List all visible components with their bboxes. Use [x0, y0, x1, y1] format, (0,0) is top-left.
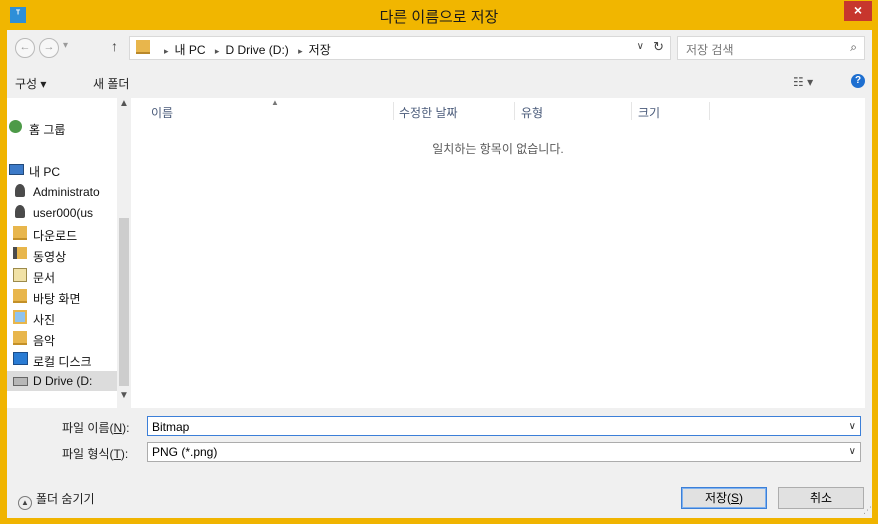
- refresh-icon[interactable]: ↻: [653, 39, 664, 55]
- navigation-bar: ← → ▾ ↑ ▸ 내 PC ▸ D Drive (D:) ▸ 저장 ∨ ↻ 저장 검…: [7, 30, 872, 64]
- scroll-down-icon[interactable]: ▼: [119, 390, 129, 401]
- hide-folders-toggle[interactable]: ▲ 폴더 숨기기: [18, 490, 95, 510]
- music-folder-icon: [13, 331, 27, 345]
- search-icon[interactable]: ⌕: [850, 40, 857, 55]
- computer-icon: [9, 164, 24, 175]
- filename-field[interactable]: Bitmap ∨: [147, 416, 861, 436]
- empty-message: 일치하는 항목이 없습니다.: [432, 142, 564, 156]
- sidebar-item-music[interactable]: 음악: [7, 329, 117, 349]
- documents-folder-icon: [13, 268, 27, 282]
- column-divider[interactable]: [514, 102, 515, 120]
- close-button[interactable]: ×: [844, 1, 872, 21]
- sidebar-item-administrator[interactable]: Administrato: [7, 182, 117, 202]
- filetype-select[interactable]: PNG (*.png) ∨: [147, 442, 861, 462]
- user-icon: [15, 184, 25, 197]
- pictures-folder-icon: [13, 310, 27, 324]
- back-button[interactable]: ←: [15, 38, 35, 58]
- sidebar-item-documents[interactable]: 문서: [7, 266, 117, 286]
- filename-label: 파일 이름(N):: [62, 421, 130, 435]
- breadcrumb: ▸ 내 PC ▸ D Drive (D:) ▸ 저장: [158, 41, 331, 58]
- sidebar-item-pictures[interactable]: 사진: [7, 308, 117, 328]
- toolbar: 구성 ▾ 새 폴더 ☷ ▾ ?: [7, 66, 872, 98]
- sidebar-item-this-pc[interactable]: 내 PC: [7, 160, 117, 180]
- file-list: 이름 ▲ 수정한 날짜 유형 크기 일치하는 항목이 없습니다.: [131, 98, 865, 408]
- downloads-folder-icon: [13, 226, 27, 240]
- search-input[interactable]: 저장 검색: [686, 41, 734, 58]
- column-divider[interactable]: [709, 102, 710, 120]
- new-folder-button[interactable]: 새 폴더: [93, 75, 129, 92]
- sidebar-item-d-drive[interactable]: D Drive (D:: [7, 371, 117, 391]
- scroll-up-icon[interactable]: ▲: [119, 98, 129, 109]
- chevron-down-icon[interactable]: ∨: [849, 417, 856, 437]
- breadcrumb-this-pc[interactable]: 내 PC: [175, 43, 206, 57]
- sort-ascending-icon: ▲: [271, 98, 279, 107]
- chevron-right-icon: ▸: [214, 46, 220, 56]
- breadcrumb-d-drive[interactable]: D Drive (D:): [225, 43, 288, 57]
- column-header-type[interactable]: 유형: [521, 104, 543, 121]
- save-button[interactable]: 저장(S): [681, 487, 767, 509]
- chevron-right-icon: ▸: [298, 46, 303, 56]
- filetype-label: 파일 형식(T):: [62, 447, 129, 461]
- drive-icon: [13, 377, 28, 386]
- chevron-down-icon[interactable]: ∨: [849, 443, 856, 461]
- title-bar: ᵀ 다른 이름으로 저장 ×: [0, 0, 878, 30]
- column-header-date-modified[interactable]: 수정한 날짜: [399, 104, 458, 121]
- sidebar-scrollbar[interactable]: ▲ ▼: [117, 98, 131, 408]
- recent-locations-button[interactable]: ▾: [63, 40, 68, 51]
- sidebar-item-videos[interactable]: 동영상: [7, 245, 117, 265]
- cancel-button[interactable]: 취소: [778, 487, 864, 509]
- user-icon: [15, 205, 25, 218]
- column-header-name[interactable]: 이름: [151, 104, 173, 121]
- help-icon[interactable]: ?: [851, 74, 865, 88]
- address-bar[interactable]: ▸ 내 PC ▸ D Drive (D:) ▸ 저장 ∨ ↻: [129, 36, 671, 60]
- view-options-icon[interactable]: ☷ ▾: [793, 75, 813, 89]
- sidebar-item-user000[interactable]: user000(us: [7, 203, 117, 223]
- folder-icon: [136, 40, 150, 54]
- scroll-thumb[interactable]: [119, 218, 129, 386]
- chevron-down-icon[interactable]: ∨: [637, 41, 644, 52]
- filename-value[interactable]: Bitmap: [152, 420, 189, 434]
- sidebar-item-desktop[interactable]: 바탕 화면: [7, 287, 117, 307]
- chevron-right-icon: ▸: [164, 46, 169, 56]
- sidebar-item-downloads[interactable]: 다운로드: [7, 224, 117, 244]
- column-header-size[interactable]: 크기: [638, 104, 660, 121]
- sidebar-item-local-disk[interactable]: 로컬 디스크: [7, 350, 117, 370]
- window-title: 다른 이름으로 저장: [379, 9, 499, 26]
- filetype-value: PNG (*.png): [152, 445, 218, 459]
- homegroup-icon: [9, 120, 22, 133]
- column-divider[interactable]: [631, 102, 632, 120]
- breadcrumb-save[interactable]: 저장: [309, 43, 331, 57]
- forward-button[interactable]: →: [39, 38, 59, 58]
- up-button[interactable]: ↑: [111, 38, 118, 54]
- organize-button[interactable]: 구성 ▾: [15, 75, 46, 92]
- sidebar-item-homegroup[interactable]: 홈 그룹: [7, 118, 117, 138]
- resize-grip-icon[interactable]: ⋰: [863, 505, 872, 516]
- desktop-folder-icon: [13, 289, 27, 303]
- local-disk-icon: [13, 352, 28, 365]
- navigation-pane: 홈 그룹 내 PC Administrato user000(us 다운로드 동…: [7, 98, 117, 408]
- collapse-up-icon: ▲: [18, 496, 32, 510]
- column-divider[interactable]: [393, 102, 394, 120]
- videos-folder-icon: [13, 247, 27, 259]
- search-box[interactable]: 저장 검색 ⌕: [677, 36, 865, 60]
